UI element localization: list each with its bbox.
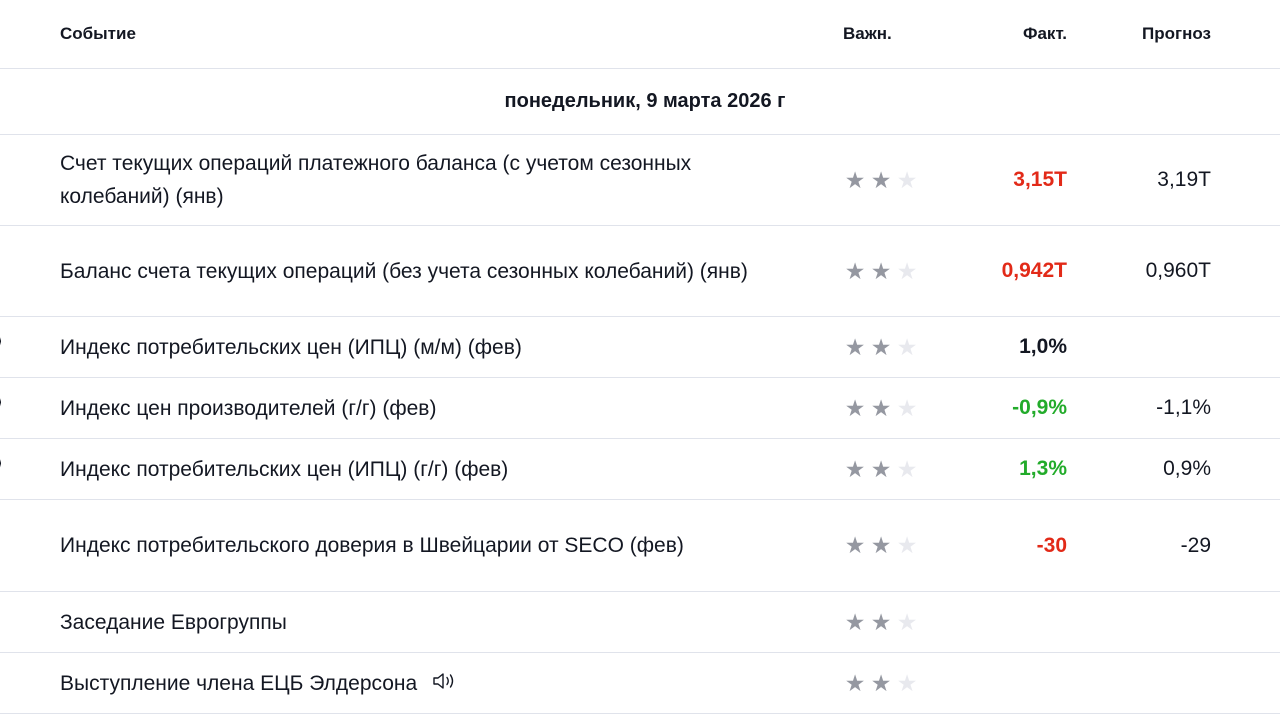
star-icon: ★ [844,532,866,558]
importance-stars: ★ ★ ★ [843,608,919,635]
speaker-icon[interactable] [431,670,457,697]
star-icon: ★ [844,455,866,482]
star-icon: ★ [844,257,866,284]
date-group-row: понедельник, 9 марта 2026 г [0,69,1280,135]
date-label: понедельник, 9 марта 2026 г [504,90,786,112]
forecast-value: -1,1% [1156,396,1211,419]
event-name[interactable]: Индекс потребительского доверия в Швейца… [60,529,684,562]
table-row[interactable]: / Индекс потребительских цен (ИПЦ) (г/г)… [0,439,1280,500]
event-name[interactable]: Счет текущих операций платежного баланса… [60,147,760,213]
star-icon: ★ [844,166,866,193]
star-icon: ★ [870,455,892,482]
star-icon: ★ [896,608,918,635]
event-name[interactable]: Выступление члена ЕЦБ Элдерсона [60,667,417,700]
star-icon: ★ [896,333,918,360]
star-icon: ★ [870,257,892,284]
star-icon: ★ [870,532,892,558]
star-icon: ★ [870,608,892,635]
actual-value: -0,9% [1012,396,1067,419]
column-header-event[interactable]: Событие [60,0,760,68]
importance-stars: ★ ★ ★ [843,394,919,421]
column-header-importance[interactable]: Важн. [843,0,933,68]
event-name[interactable]: Индекс потребительских цен (ИПЦ) (м/м) (… [60,331,522,364]
table-row[interactable]: / Индекс цен производителей (г/г) (фев) … [0,378,1280,439]
actual-value: 1,3% [1019,457,1067,480]
star-icon: ★ [896,257,918,284]
clipped-row-marker: / [0,398,1,412]
column-header-actual[interactable]: Факт. [940,0,1067,68]
importance-stars: ★ ★ ★ [843,455,919,482]
importance-stars: ★ ★ ★ [843,534,919,557]
column-header-forecast[interactable]: Прогноз [1080,0,1211,68]
table-row[interactable]: Заседание Еврогруппы ★ ★ ★ [0,592,1280,653]
star-icon: ★ [896,669,918,696]
star-icon: ★ [870,333,892,360]
forecast-value: 0,960T [1145,259,1211,282]
table-header: Событие Важн. Факт. Прогноз [0,0,1280,69]
event-name[interactable]: Баланс счета текущих операций (без учета… [60,255,748,288]
forecast-value: -29 [1180,533,1211,557]
economic-calendar-table: Событие Важн. Факт. Прогноз понедельник,… [0,0,1280,720]
table-row[interactable]: Счет текущих операций платежного баланса… [0,135,1280,226]
event-name[interactable]: Индекс цен производителей (г/г) (фев) [60,392,436,425]
star-icon: ★ [896,455,918,482]
table-row[interactable]: Баланс счета текущих операций (без учета… [0,226,1280,317]
actual-value: 3,15T [1013,168,1067,191]
forecast-value: 0,9% [1163,457,1211,480]
star-icon: ★ [870,669,892,696]
importance-stars: ★ ★ ★ [843,257,919,284]
actual-value: -30 [1036,533,1067,557]
importance-stars: ★ ★ ★ [843,669,919,696]
star-icon: ★ [870,166,892,193]
clipped-row-marker: / [0,337,1,351]
actual-value: 0,942T [1001,259,1067,282]
forecast-value: 3,19T [1157,168,1211,191]
star-icon: ★ [844,333,866,360]
event-name[interactable]: Заседание Еврогруппы [60,606,287,639]
star-icon: ★ [844,669,866,696]
actual-value: 1,0% [1019,335,1067,358]
importance-stars: ★ ★ ★ [843,166,919,193]
star-icon: ★ [896,532,918,558]
star-icon: ★ [844,608,866,635]
event-name[interactable]: Индекс потребительских цен (ИПЦ) (г/г) (… [60,453,508,486]
table-row[interactable]: Выступление члена ЕЦБ Элдерсона ★ ★ ★ [0,653,1280,714]
star-icon: ★ [870,394,892,421]
clipped-row-marker: / [0,459,1,473]
star-icon: ★ [896,166,918,193]
table-row[interactable]: / Индекс потребительских цен (ИПЦ) (м/м)… [0,317,1280,378]
table-row[interactable]: Индекс потребительского доверия в Швейца… [0,500,1280,592]
importance-stars: ★ ★ ★ [843,333,919,360]
star-icon: ★ [896,394,918,421]
star-icon: ★ [844,394,866,421]
